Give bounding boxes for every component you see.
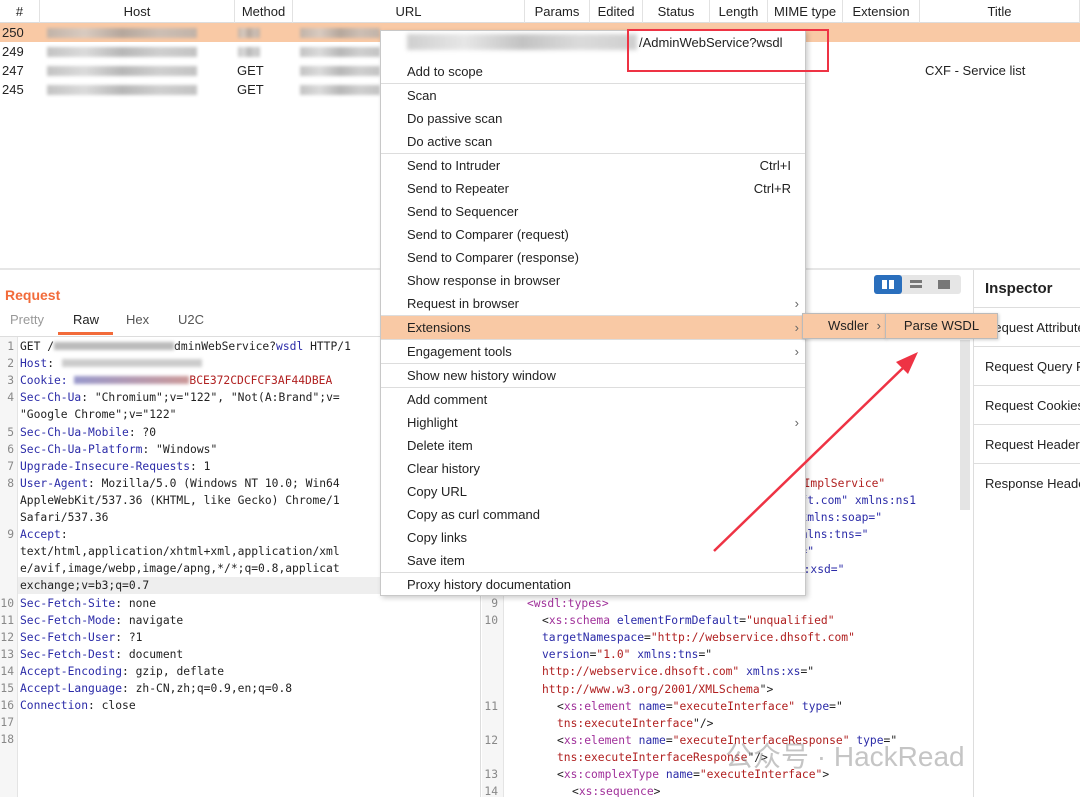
watermark: 公众号 · HackRead: [725, 741, 965, 772]
annotation-arrow: [713, 352, 918, 552]
